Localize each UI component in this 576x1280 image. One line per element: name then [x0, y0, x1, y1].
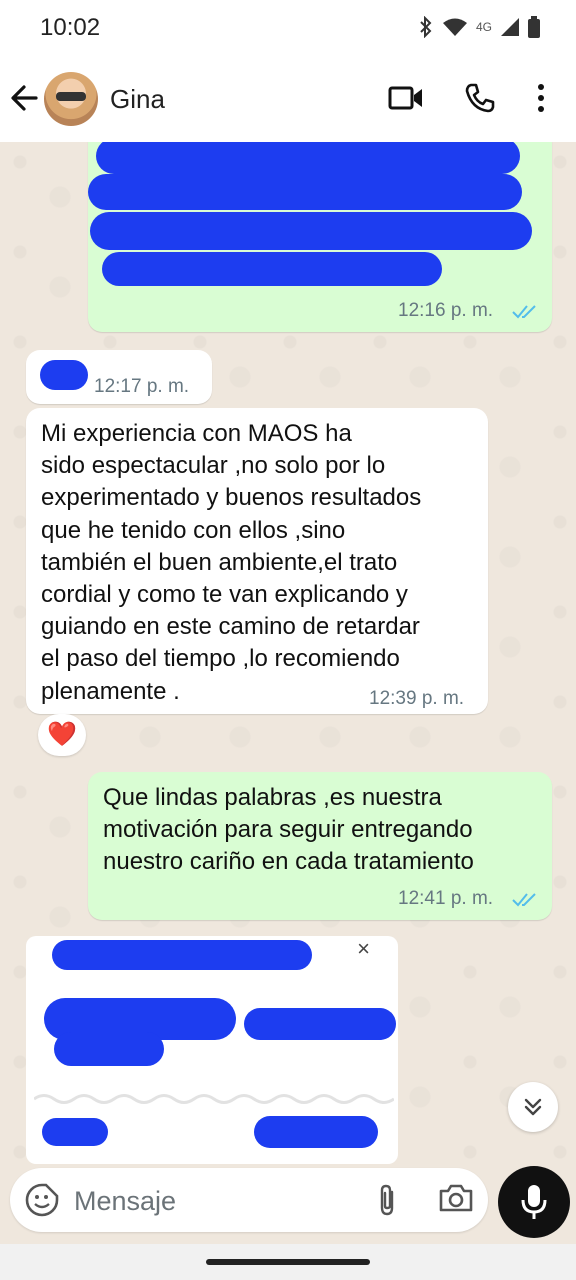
camera-icon [439, 1184, 473, 1212]
redaction-mark [88, 174, 522, 210]
back-button[interactable] [8, 78, 42, 118]
network-type: 4G [475, 20, 492, 34]
message-time: 12:39 p. m. [369, 688, 465, 709]
video-call-button[interactable] [386, 80, 426, 116]
back-arrow-icon [11, 85, 38, 111]
redaction-mark [40, 360, 88, 390]
more-vert-icon [538, 84, 544, 112]
wifi-icon [442, 18, 467, 36]
battery-icon [528, 16, 540, 38]
system-nav-bar [0, 1244, 576, 1280]
phone-icon [465, 83, 495, 113]
attach-icon [380, 1184, 394, 1216]
status-time: 10:02 [40, 14, 101, 41]
avatar[interactable] [44, 72, 98, 126]
voice-message-button[interactable] [498, 1166, 570, 1238]
status-icons: 4G [418, 16, 540, 38]
reaction-badge[interactable]: ❤️ [38, 714, 86, 756]
redaction-mark [244, 1008, 396, 1040]
chat-area[interactable]: 12:16 p. m. 12:17 p. m. Mi experiencia c… [0, 142, 576, 1164]
attach-button[interactable] [372, 1182, 402, 1218]
message-composer [10, 1168, 488, 1232]
message-time: 12:41 p. m. [398, 888, 494, 909]
double-check-icon [512, 305, 536, 319]
chat-header: Gina [0, 56, 576, 142]
mic-icon [521, 1185, 547, 1219]
voice-call-button[interactable] [460, 80, 500, 116]
video-call-icon [388, 86, 422, 110]
redaction-mark [52, 940, 312, 970]
redaction-mark [54, 1032, 164, 1066]
message-bubble-incoming[interactable]: 12:17 p. m. [26, 350, 212, 404]
camera-button[interactable] [438, 1182, 478, 1218]
bluetooth-icon [420, 16, 432, 38]
double-check-icon [512, 893, 536, 907]
chevron-double-down-icon [524, 1098, 542, 1116]
redaction-mark [102, 252, 442, 286]
link-preview-card[interactable]: × [26, 936, 398, 1164]
signal-icon [501, 18, 519, 36]
message-text: Que lindas palabras ,es nuestra motivaci… [103, 784, 474, 876]
more-options-button[interactable] [528, 80, 554, 116]
home-gesture-handle[interactable] [206, 1259, 370, 1265]
redaction-mark [254, 1116, 378, 1148]
redaction-mark [90, 212, 532, 250]
redaction-mark [96, 142, 520, 174]
redaction-mark [42, 1118, 108, 1146]
close-preview-button[interactable]: × [357, 936, 370, 962]
message-text: Mi experiencia con MAOS ha sido espectac… [41, 420, 422, 705]
scroll-to-bottom-button[interactable] [508, 1082, 558, 1132]
message-bubble-outgoing[interactable]: 12:16 p. m. [88, 142, 552, 332]
message-input[interactable] [72, 1176, 366, 1226]
message-bubble-incoming[interactable]: Mi experiencia con MAOS ha sido espectac… [26, 408, 488, 714]
emoji-icon [25, 1183, 59, 1217]
heart-reaction: ❤️ [47, 721, 77, 748]
message-time: 12:16 p. m. [398, 300, 494, 321]
contact-name[interactable]: Gina [110, 84, 165, 115]
tear-edge [34, 1094, 394, 1104]
status-bar: 10:02 4G [0, 0, 576, 56]
message-time: 12:17 p. m. [94, 376, 190, 397]
emoji-button[interactable] [24, 1182, 60, 1218]
message-bubble-outgoing[interactable]: Que lindas palabras ,es nuestra motivaci… [88, 772, 552, 920]
